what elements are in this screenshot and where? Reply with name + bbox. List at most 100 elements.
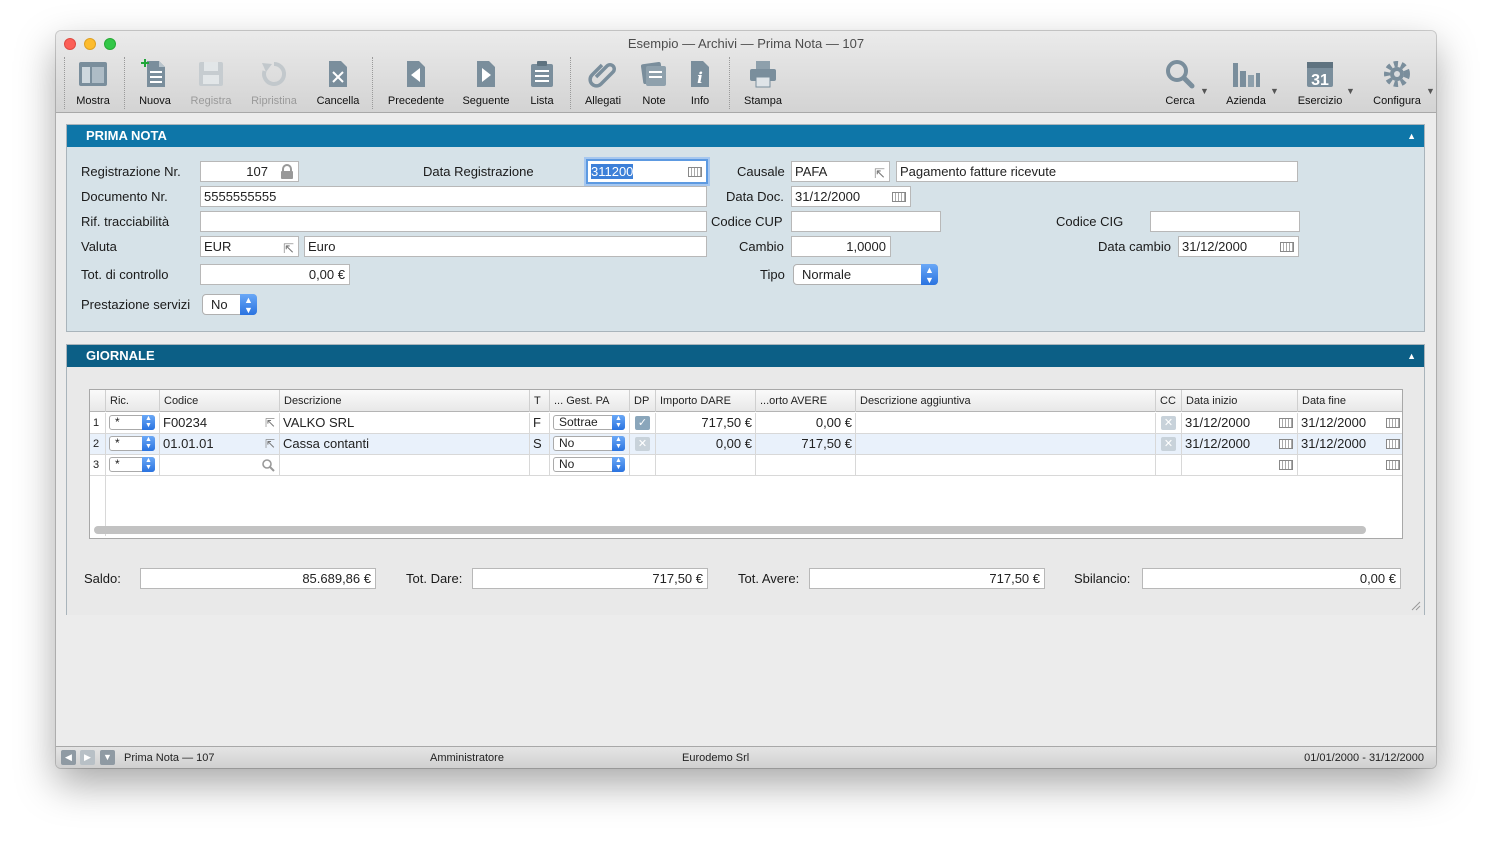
cancella-button[interactable]: Cancella <box>306 55 370 109</box>
column-header-importo-avere[interactable]: ...orto AVERE <box>756 390 856 412</box>
causale-code-field[interactable]: PAFA ⇱ <box>791 161 890 182</box>
cell-t[interactable]: F <box>530 413 550 433</box>
reg-nr-field[interactable]: 107 <box>200 161 299 182</box>
table-row[interactable]: 2 * ▲ ▼ 01.01.01 ⇱ Cassa contanti S No ▲ ▼ ✕ 0,00 €7… <box>90 434 1402 455</box>
esercizio-dropdown-arrow-icon[interactable]: ▼ <box>1346 86 1355 96</box>
tot-controllo-field[interactable]: 0,00 € <box>200 264 350 285</box>
cell-data-inizio[interactable] <box>1182 455 1298 475</box>
cell-codice[interactable]: 01.01.01 ⇱ <box>160 434 280 454</box>
gest-pa-select[interactable]: Sottrae ▲ ▼ <box>553 415 625 430</box>
cell-data-fine[interactable]: 31/12/2000 <box>1298 434 1402 454</box>
calendar-icon[interactable] <box>1279 439 1293 449</box>
calendar-icon[interactable] <box>1386 460 1400 470</box>
ric-select[interactable]: * ▲ ▼ <box>109 415 155 430</box>
data-cambio-field[interactable]: 31/12/2000 <box>1178 236 1299 257</box>
cc-checkbox[interactable]: ✕ <box>1161 437 1176 451</box>
cell-t[interactable]: S <box>530 434 550 454</box>
lookup-link-icon[interactable]: ⇱ <box>283 239 294 256</box>
cig-field[interactable] <box>1150 211 1300 232</box>
cambio-field[interactable]: 1,0000 <box>791 236 891 257</box>
cell-data-fine[interactable]: 31/12/2000 <box>1298 413 1402 433</box>
cell-data-fine[interactable] <box>1298 455 1402 475</box>
ric-select[interactable]: * ▲ ▼ <box>109 457 155 472</box>
lookup-link-icon[interactable]: ⇱ <box>874 164 885 181</box>
gest-pa-select[interactable]: No ▲ ▼ <box>553 457 625 472</box>
prestazione-select[interactable]: No ▲ ▼ <box>202 294 257 315</box>
cell-codice[interactable]: F00234 ⇱ <box>160 413 280 433</box>
column-header-importo-dare[interactable]: Importo DARE <box>656 390 756 412</box>
cell-descrizione-aggiuntiva[interactable] <box>856 413 1156 433</box>
resize-grip-icon[interactable] <box>1411 601 1421 611</box>
column-header-data-inizio[interactable]: Data inizio <box>1182 390 1298 412</box>
cell-importo-avere[interactable] <box>756 455 856 475</box>
collapse-up-icon[interactable]: ▲ <box>1407 345 1416 367</box>
cell-t[interactable] <box>530 455 550 475</box>
calendar-icon[interactable] <box>1279 418 1293 428</box>
causale-desc-field[interactable]: Pagamento fatture ricevute <box>896 161 1298 182</box>
column-header-ric[interactable]: Ric. <box>106 390 160 412</box>
lookup-link-icon[interactable]: ⇱ <box>265 434 275 454</box>
dp-checkbox[interactable]: ✕ <box>635 437 650 451</box>
cell-codice[interactable] <box>160 455 280 475</box>
doc-nr-field[interactable]: 5555555555 <box>200 186 707 207</box>
first-record-icon[interactable]: ◀ <box>61 750 76 765</box>
column-header-codice[interactable]: Codice <box>160 390 280 412</box>
column-header-dp[interactable]: DP <box>630 390 656 412</box>
calendar-icon[interactable] <box>1279 460 1293 470</box>
lookup-link-icon[interactable]: ⇱ <box>265 413 275 433</box>
data-reg-field[interactable]: 311200 <box>586 159 708 184</box>
table-row[interactable]: 1 * ▲ ▼ F00234 ⇱ VALKO SRL F Sottrae ▲ ▼ ✓ 717,50 €0… <box>90 413 1402 434</box>
cell-importo-dare[interactable] <box>656 455 756 475</box>
cell-importo-avere[interactable]: 0,00 € <box>756 413 856 433</box>
precedente-button[interactable]: Precedente <box>384 55 448 109</box>
cell-descrizione[interactable] <box>280 455 530 475</box>
cell-descrizione[interactable]: VALKO SRL <box>280 413 530 433</box>
valuta-code-field[interactable]: EUR ⇱ <box>200 236 299 257</box>
esercizio-button[interactable]: 31 Esercizio <box>1288 55 1352 109</box>
stampa-button[interactable]: Stampa <box>731 55 795 109</box>
ric-select[interactable]: * ▲ ▼ <box>109 436 155 451</box>
cc-checkbox[interactable]: ✕ <box>1161 416 1176 430</box>
column-header-descrizione-aggiuntiva[interactable]: Descrizione aggiuntiva <box>856 390 1156 412</box>
column-header-gest-pa[interactable]: ... Gest. PA <box>550 390 630 412</box>
cup-field[interactable] <box>791 211 941 232</box>
next-record-icon[interactable]: ▶ <box>80 750 95 765</box>
cell-importo-dare[interactable]: 0,00 € <box>656 434 756 454</box>
calendar-icon[interactable] <box>892 192 906 202</box>
cell-descrizione[interactable]: Cassa contanti <box>280 434 530 454</box>
column-header-cc[interactable]: CC <box>1156 390 1182 412</box>
column-header-data-fine[interactable]: Data fine <box>1298 390 1402 412</box>
configura-dropdown-arrow-icon[interactable]: ▼ <box>1426 86 1435 96</box>
rif-field[interactable] <box>200 211 707 232</box>
cell-descrizione-aggiuntiva[interactable] <box>856 455 1156 475</box>
prima-nota-header[interactable]: PRIMA NOTA ▲ <box>67 125 1424 147</box>
cell-descrizione-aggiuntiva[interactable] <box>856 434 1156 454</box>
calendar-icon[interactable] <box>1386 418 1400 428</box>
column-header-descrizione[interactable]: Descrizione <box>280 390 530 412</box>
calendar-icon[interactable] <box>1280 242 1294 252</box>
tipo-select[interactable]: Normale ▲ ▼ <box>793 264 938 285</box>
cerca-button[interactable]: Cerca <box>1148 55 1212 109</box>
search-icon <box>1166 60 1195 89</box>
select-arrows-icon: ▲ ▼ <box>612 436 625 451</box>
horizontal-scrollbar[interactable] <box>94 526 1366 534</box>
gest-pa-select[interactable]: No ▲ ▼ <box>553 436 625 451</box>
cell-data-inizio[interactable]: 31/12/2000 <box>1182 434 1298 454</box>
cell-importo-dare[interactable]: 717,50 € <box>656 413 756 433</box>
cell-data-inizio[interactable]: 31/12/2000 <box>1182 413 1298 433</box>
valuta-desc-field[interactable]: Euro <box>304 236 707 257</box>
data-doc-field[interactable]: 31/12/2000 <box>791 186 911 207</box>
menu-down-icon[interactable]: ▼ <box>100 750 115 765</box>
search-icon[interactable] <box>261 458 275 472</box>
calendar-icon[interactable] <box>688 167 702 177</box>
configura-button[interactable]: Configura <box>1365 55 1429 109</box>
azienda-button[interactable]: Azienda <box>1214 55 1278 109</box>
collapse-up-icon[interactable]: ▲ <box>1407 125 1416 147</box>
table-row[interactable]: 3 * ▲ ▼ No ▲ ▼ <box>90 455 1402 476</box>
cell-importo-avere[interactable]: 717,50 € <box>756 434 856 454</box>
column-header-t[interactable]: T <box>530 390 550 412</box>
giornale-header[interactable]: GIORNALE ▲ <box>67 345 1424 367</box>
calendar-icon[interactable] <box>1386 439 1400 449</box>
status-record: Prima Nota — 107 <box>124 752 215 764</box>
dp-checkbox[interactable]: ✓ <box>635 416 650 430</box>
